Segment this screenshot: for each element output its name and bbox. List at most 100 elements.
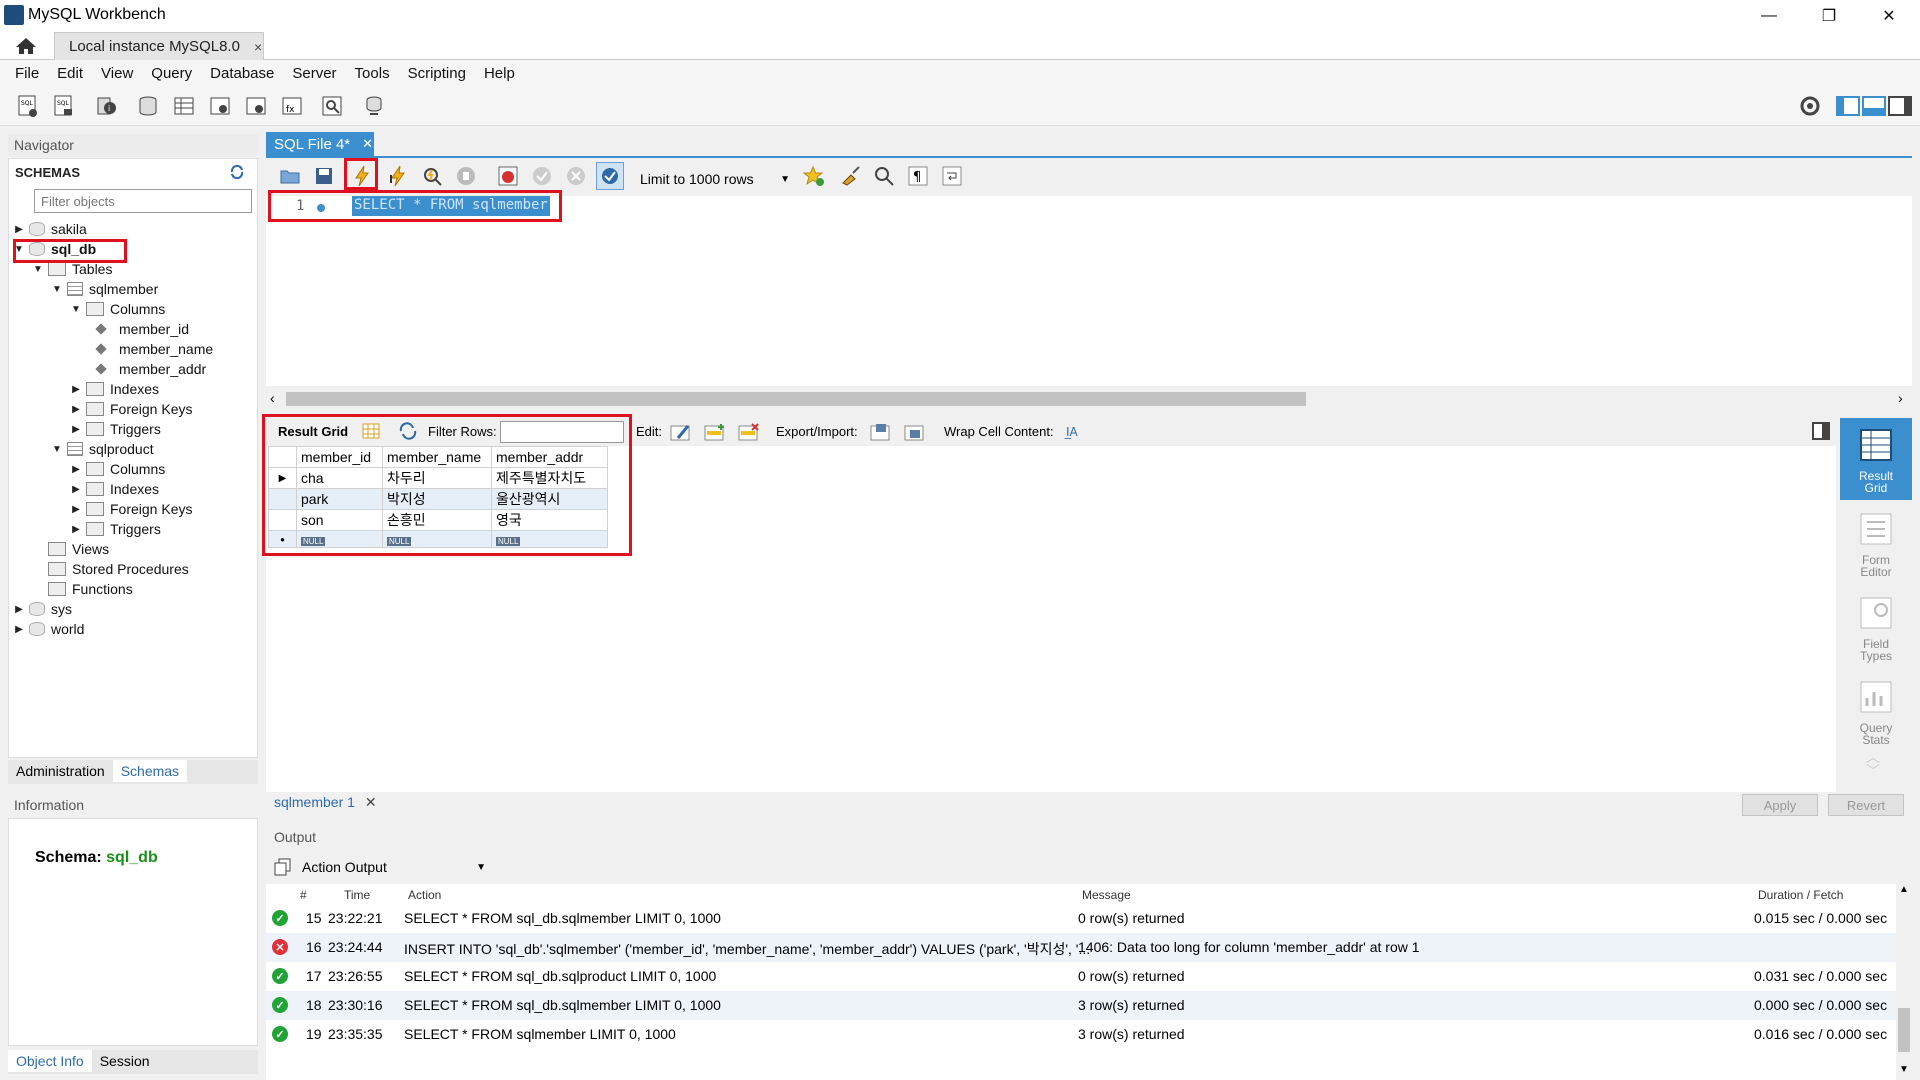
revert-button[interactable]: Revert [1828, 794, 1904, 816]
connection-tab[interactable]: Local instance MySQL8.0 × [54, 32, 264, 60]
tab-session[interactable]: Session [92, 1050, 158, 1072]
output-row[interactable]: ✓ 19 23:35:35 SELECT * FROM sqlmember LIMIT… [266, 1020, 1896, 1049]
menu-item-file[interactable]: File [6, 65, 48, 82]
menu-item-query[interactable]: Query [142, 65, 201, 82]
scroll-down-icon[interactable]: ▼ [1899, 1064, 1909, 1075]
scroll-left-icon[interactable]: ‹ [270, 390, 275, 406]
add-snippet-button[interactable] [800, 162, 828, 190]
tree-item[interactable]: ▶ Foreign Keys [13, 499, 253, 519]
tab-schemas[interactable]: Schemas [112, 760, 188, 782]
execute-current-button[interactable] [384, 162, 412, 190]
invisible-chars-button[interactable]: ¶ [904, 162, 932, 190]
collapsed-arrow-icon[interactable]: ▶ [13, 224, 25, 235]
tree-item[interactable]: member_addr [13, 359, 253, 379]
menu-item-tools[interactable]: Tools [346, 65, 399, 82]
home-tab[interactable] [0, 32, 52, 60]
toggle-error-button[interactable] [494, 162, 522, 190]
output-vertical-scrollbar[interactable]: ▲ ▼ [1896, 884, 1912, 1080]
inspector-button[interactable]: i [92, 92, 120, 120]
autocommit-button[interactable] [596, 162, 624, 190]
maximize-button[interactable]: ❐ [1800, 0, 1858, 32]
collapsed-arrow-icon[interactable]: ▶ [13, 624, 25, 635]
menu-item-edit[interactable]: Edit [48, 65, 92, 82]
result-tab[interactable]: sqlmember 1 ✕ [274, 794, 377, 811]
tree-item[interactable]: member_id [13, 319, 253, 339]
menu-item-view[interactable]: View [92, 65, 142, 82]
toggle-sidebar-button[interactable] [1836, 92, 1860, 120]
expanded-arrow-icon[interactable]: ▼ [70, 304, 82, 315]
new-sql-tab-button[interactable]: SQL [14, 92, 42, 120]
tree-item[interactable]: ▼ sqlproduct [13, 439, 253, 459]
open-file-button[interactable] [276, 162, 304, 190]
tree-item[interactable]: ▼ Columns [13, 299, 253, 319]
create-function-button[interactable]: fx [278, 92, 306, 120]
output-row[interactable]: ✕ 16 23:24:44 INSERT INTO 'sql_db'.'sqlmemb… [266, 933, 1896, 962]
stop-button[interactable] [452, 162, 480, 190]
search-table-data-button[interactable] [318, 92, 346, 120]
import-button[interactable] [904, 422, 926, 442]
editor-horizontal-scrollbar[interactable]: ‹ › [266, 388, 1912, 410]
tree-item[interactable]: member_name [13, 339, 253, 359]
create-schema-button[interactable] [134, 92, 162, 120]
collapsed-arrow-icon[interactable]: ▶ [70, 484, 82, 495]
tree-item[interactable]: ▶ sakila [13, 219, 253, 239]
tree-item[interactable]: ▶ world [13, 619, 253, 639]
collapsed-arrow-icon[interactable]: ▶ [70, 384, 82, 395]
word-wrap-button[interactable] [938, 162, 966, 190]
menu-item-database[interactable]: Database [201, 65, 283, 82]
export-button[interactable] [870, 422, 892, 442]
query-stats-button[interactable]: Query Stats [1840, 670, 1912, 752]
apply-button[interactable]: Apply [1742, 794, 1818, 816]
tab-object-info[interactable]: Object Info [8, 1050, 92, 1072]
collapsed-arrow-icon[interactable]: ▶ [13, 604, 25, 615]
create-table-button[interactable] [170, 92, 198, 120]
minimize-button[interactable]: — [1740, 0, 1798, 32]
preferences-button[interactable] [1796, 92, 1824, 120]
close-tab-icon[interactable]: × [254, 39, 262, 55]
close-result-tab-icon[interactable]: ✕ [365, 794, 377, 810]
sql-file-tab[interactable]: SQL File 4* ✕ [266, 132, 374, 156]
close-sql-tab-icon[interactable]: ✕ [362, 136, 373, 152]
expanded-arrow-icon[interactable]: ▼ [51, 284, 63, 295]
menu-item-help[interactable]: Help [475, 65, 524, 82]
copy-output-button[interactable] [274, 858, 292, 876]
create-procedure-button[interactable] [242, 92, 270, 120]
beautify-button[interactable] [836, 162, 864, 190]
close-button[interactable]: ✕ [1860, 0, 1918, 32]
toggle-output-button[interactable] [1862, 92, 1886, 120]
collapsed-arrow-icon[interactable]: ▶ [70, 464, 82, 475]
collapsed-arrow-icon[interactable]: ▶ [70, 504, 82, 515]
find-button[interactable] [870, 162, 898, 190]
save-button[interactable] [310, 162, 338, 190]
form-editor-button[interactable]: Form Editor [1840, 502, 1912, 584]
scroll-up-icon[interactable]: ▲ [1899, 884, 1909, 895]
toggle-result-panel-button[interactable] [1812, 422, 1830, 440]
tree-item[interactable]: Stored Procedures [13, 559, 253, 579]
limit-rows-select[interactable]: Limit to 1000 rows ▼ [640, 168, 790, 190]
output-row[interactable]: ✓ 15 23:22:21 SELECT * FROM sql_db.sqlmembe… [266, 904, 1896, 933]
result-grid-side-button[interactable]: Result Grid [1840, 418, 1912, 500]
tree-item[interactable]: ▼ sqlmember [13, 279, 253, 299]
menu-item-server[interactable]: Server [283, 65, 345, 82]
expanded-arrow-icon[interactable]: ▼ [51, 444, 63, 455]
tree-item[interactable]: ▶ Triggers [13, 419, 253, 439]
scroll-thumb[interactable] [286, 392, 1306, 406]
tree-item[interactable]: ▶ Foreign Keys [13, 399, 253, 419]
scroll-right-icon[interactable]: › [1898, 390, 1903, 406]
create-view-button[interactable] [206, 92, 234, 120]
collapsed-arrow-icon[interactable]: ▶ [70, 524, 82, 535]
tree-item[interactable]: ▶ sys [13, 599, 253, 619]
tree-item[interactable]: ▶ Columns [13, 459, 253, 479]
tab-administration[interactable]: Administration [8, 760, 113, 782]
delete-row-button[interactable] [738, 422, 760, 442]
scroll-panel-icon[interactable]: ︿ ﹀ [1866, 750, 1880, 778]
field-types-button[interactable]: Field Types [1840, 586, 1912, 668]
open-sql-script-button[interactable]: SQL [50, 92, 78, 120]
filter-objects-input[interactable] [34, 189, 252, 213]
collapsed-arrow-icon[interactable]: ▶ [70, 404, 82, 415]
tree-item[interactable]: ▶ Triggers [13, 519, 253, 539]
edit-row-button[interactable] [670, 422, 692, 442]
output-type-select[interactable]: Action Output ▼ [302, 856, 486, 878]
toggle-secondary-sidebar-button[interactable] [1888, 92, 1912, 120]
explain-button[interactable] [418, 162, 446, 190]
